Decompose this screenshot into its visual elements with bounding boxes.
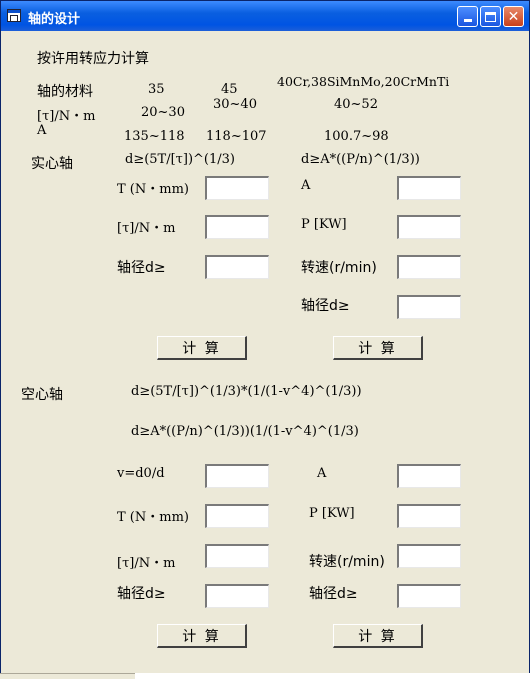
A-value-alloy: 100.7~98 — [324, 129, 389, 144]
solid-left-diameter-label: 轴径d≥ — [117, 260, 166, 276]
minimize-icon — [463, 19, 472, 22]
material-45: 45 — [221, 82, 238, 97]
hollow-calc-power-button[interactable]: 计 算 — [333, 624, 423, 648]
solid-A-input[interactable] — [397, 176, 461, 200]
hollow-torque-input[interactable] — [205, 504, 269, 528]
hollow-power-input[interactable] — [397, 504, 461, 528]
hollow-left-diameter-label: 轴径d≥ — [117, 586, 166, 602]
hollow-power-label: P [KW] — [309, 506, 355, 521]
A-label: A — [37, 123, 47, 138]
app-window-icon[interactable] — [7, 9, 21, 22]
solid-power-input[interactable] — [397, 215, 461, 239]
title-bar[interactable]: 轴的设计 ✕ — [1, 1, 529, 31]
solid-calc-torque-button[interactable]: 计 算 — [157, 336, 247, 360]
hollow-tau-label: [τ]/N・m — [117, 556, 176, 571]
solid-left-diameter-output[interactable] — [205, 255, 269, 279]
hollow-v-label: v=d0/d — [117, 466, 165, 481]
solid-tau-label: [τ]/N・m — [117, 221, 176, 236]
hollow-formula-power: d≥A*((P/n)^(1/3))(1/(1-v^4)^(1/3) — [131, 424, 359, 439]
hollow-calc-torque-button[interactable]: 计 算 — [157, 624, 247, 648]
hollow-right-diameter-label: 轴径d≥ — [309, 586, 358, 602]
solid-formula-torque: d≥(5T/[τ])^(1/3) — [125, 152, 235, 167]
material-alloy: 40Cr,38SiMnMo,20CrMnTi — [277, 74, 450, 89]
solid-speed-label: 转速(r/min) — [301, 260, 377, 276]
solid-A-label: A — [301, 178, 311, 193]
solid-torque-input[interactable] — [205, 176, 269, 200]
tau-value-alloy: 40~52 — [334, 97, 378, 112]
A-value-45: 118~107 — [206, 129, 267, 144]
hollow-formula-torque: d≥(5T/[τ])^(1/3)*(1/(1-v^4)^(1/3)) — [131, 384, 362, 399]
window-title: 轴的设计 — [28, 12, 81, 27]
solid-formula-power: d≥A*((P/n)^(1/3)) — [301, 152, 420, 167]
desktop-background-strip — [135, 673, 530, 679]
hollow-tau-input[interactable] — [205, 544, 269, 568]
solid-tau-input[interactable] — [205, 215, 269, 239]
hollow-speed-input[interactable] — [397, 544, 461, 568]
tau-value-35: 20~30 — [141, 105, 185, 120]
A-value-35: 135~118 — [124, 129, 185, 144]
hollow-right-diameter-output[interactable] — [397, 584, 461, 608]
solid-right-diameter-output[interactable] — [397, 295, 461, 319]
solid-right-diameter-label: 轴径d≥ — [301, 298, 350, 314]
hollow-speed-label: 转速(r/min) — [309, 554, 385, 570]
material-35: 35 — [148, 82, 165, 97]
hollow-torque-label: T (N・mm) — [117, 510, 189, 525]
solid-calc-power-button[interactable]: 计 算 — [333, 336, 423, 360]
maximize-icon — [485, 11, 496, 22]
main-window: 轴的设计 ✕ 按许用转应力计算 轴的材料 35 45 40Cr,38SiMnMo… — [0, 0, 530, 679]
tau-value-45: 30~40 — [213, 97, 257, 112]
minimize-button[interactable] — [457, 6, 478, 27]
hollow-A-input[interactable] — [397, 464, 461, 488]
tau-label: [τ]/N・m — [37, 109, 96, 124]
hollow-v-input[interactable] — [205, 464, 269, 488]
solid-shaft-title: 实心轴 — [31, 156, 73, 172]
maximize-button[interactable] — [480, 6, 501, 27]
solid-power-label: P [KW] — [301, 217, 347, 232]
calc-method-heading: 按许用转应力计算 — [37, 51, 149, 67]
hollow-A-label: A — [317, 466, 327, 481]
hollow-left-diameter-output[interactable] — [205, 584, 269, 608]
hollow-shaft-title: 空心轴 — [21, 387, 63, 403]
solid-speed-input[interactable] — [397, 255, 461, 279]
solid-torque-label: T (N・mm) — [117, 182, 189, 197]
close-button[interactable]: ✕ — [503, 6, 524, 27]
material-label: 轴的材料 — [37, 84, 93, 100]
close-icon: ✕ — [507, 8, 520, 25]
